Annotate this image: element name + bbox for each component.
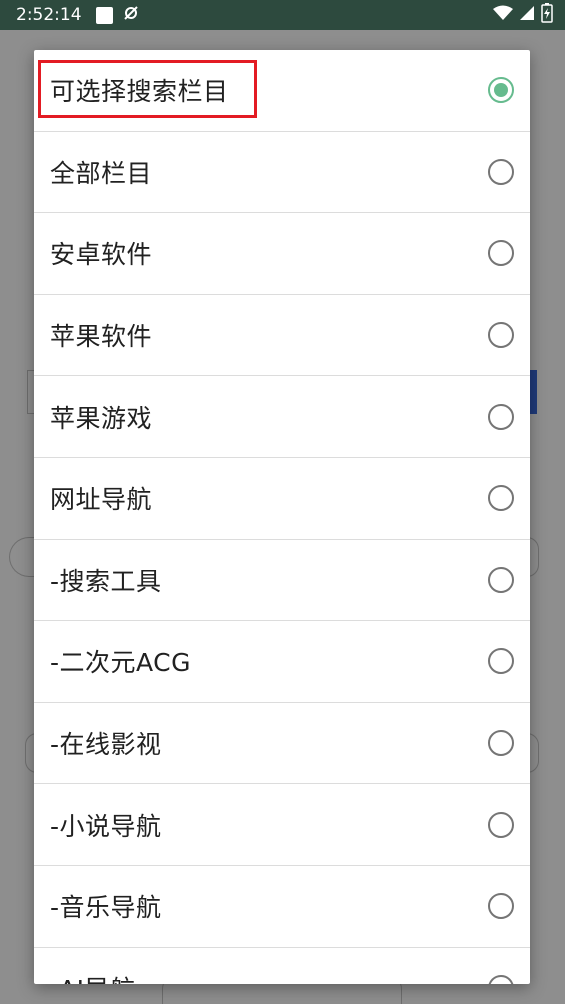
status-bar: 2:52:14 xyxy=(0,0,565,30)
option-row-all-categories[interactable]: 全部栏目 xyxy=(34,132,530,214)
wifi-icon xyxy=(493,5,513,26)
signal-icon xyxy=(519,5,535,26)
radio-button[interactable] xyxy=(488,158,514,185)
option-row-apple-games[interactable]: 苹果游戏 xyxy=(34,376,530,458)
battery-icon xyxy=(541,2,553,28)
radio-button[interactable] xyxy=(488,566,514,593)
option-label: -小说导航 xyxy=(50,811,162,841)
option-label: -搜索工具 xyxy=(50,566,162,596)
radio-button[interactable] xyxy=(488,730,514,757)
radio-button[interactable] xyxy=(488,648,514,675)
radio-button[interactable] xyxy=(488,974,514,984)
option-label: -AI导航 xyxy=(50,970,488,984)
option-row-apple-software[interactable]: 苹果软件 xyxy=(34,295,530,377)
option-row-novel-navigation[interactable]: -小说导航 xyxy=(34,784,530,866)
radio-button[interactable] xyxy=(488,893,514,920)
option-row-search-tools[interactable]: -搜索工具 xyxy=(34,540,530,622)
radio-button[interactable] xyxy=(488,485,514,512)
option-row-ai-navigation[interactable]: -AI导航 xyxy=(34,948,530,984)
search-category-dialog: 可选择搜索栏目 全部栏目 安卓软件 苹果软件 苹果游戏 网址导航 -搜索工具 -… xyxy=(34,50,530,984)
option-row-online-video[interactable]: -在线影视 xyxy=(34,703,530,785)
option-row-url-navigation[interactable]: 网址导航 xyxy=(34,458,530,540)
radio-button[interactable] xyxy=(488,403,514,430)
option-label: 安卓软件 xyxy=(50,240,153,270)
notification-app-icon xyxy=(123,5,139,26)
radio-button[interactable] xyxy=(488,322,514,349)
option-row-music-navigation[interactable]: -音乐导航 xyxy=(34,866,530,948)
option-label: -音乐导航 xyxy=(50,893,162,923)
option-row-android-software[interactable]: 安卓软件 xyxy=(34,213,530,295)
option-label: 苹果游戏 xyxy=(50,403,153,433)
option-row-acg[interactable]: -二次元ACG xyxy=(34,621,530,703)
option-label: -二次元ACG xyxy=(50,648,192,678)
notification-square-icon xyxy=(95,6,113,24)
option-label: 网址导航 xyxy=(50,485,153,515)
option-label: 苹果软件 xyxy=(50,322,153,352)
radio-button[interactable] xyxy=(488,811,514,838)
status-time: 2:52:14 xyxy=(16,5,82,25)
radio-button[interactable] xyxy=(488,240,514,267)
option-row-selectable-category[interactable]: 可选择搜索栏目 xyxy=(34,50,530,132)
option-label: 全部栏目 xyxy=(50,158,153,188)
radio-button-checked[interactable] xyxy=(488,77,514,104)
option-label: -在线影视 xyxy=(50,730,162,760)
option-label: 可选择搜索栏目 xyxy=(50,77,229,107)
